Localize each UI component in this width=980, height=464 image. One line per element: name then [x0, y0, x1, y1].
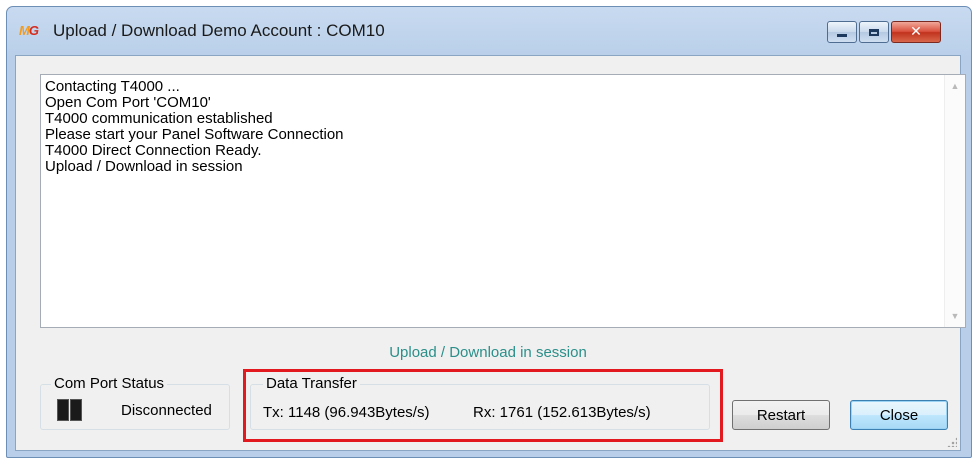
port-led-icon — [57, 399, 69, 421]
log-line: Open Com Port 'COM10' — [45, 94, 211, 111]
dialog-body: Contacting T4000 ... Open Com Port 'COM1… — [15, 55, 966, 451]
minimize-button[interactable] — [827, 21, 857, 43]
com-port-status-group: Com Port Status Disconnected — [40, 375, 230, 430]
window-title: Upload / Download Demo Account : COM10 — [53, 21, 385, 40]
vertical-scrollbar[interactable]: ▲ ▼ — [944, 75, 965, 327]
port-led-icon — [70, 399, 82, 421]
com-port-status-value: Disconnected — [121, 402, 212, 419]
scroll-down-arrow-icon[interactable]: ▼ — [945, 311, 965, 321]
log-line: Contacting T4000 ... — [45, 78, 180, 95]
log-line: Upload / Download in session — [45, 158, 243, 175]
highlight-box — [243, 369, 723, 442]
log-textarea[interactable]: Contacting T4000 ... Open Com Port 'COM1… — [40, 74, 966, 328]
dialog-window: MG Upload / Download Demo Account : COM1… — [6, 6, 972, 458]
log-line: Please start your Panel Software Connect… — [45, 126, 344, 143]
log-lines: Contacting T4000 ... Open Com Port 'COM1… — [45, 79, 943, 175]
maximize-icon — [869, 28, 879, 36]
close-icon: ✕ — [910, 24, 922, 40]
title-bar[interactable]: MG Upload / Download Demo Account : COM1… — [7, 7, 971, 55]
close-button[interactable]: Close — [850, 400, 948, 430]
log-line: T4000 communication established — [45, 110, 273, 127]
resize-grip-icon[interactable] — [947, 437, 957, 447]
app-logo-icon: MG — [19, 23, 39, 38]
com-port-status-legend: Com Port Status — [51, 375, 168, 392]
log-line: T4000 Direct Connection Ready. — [45, 142, 262, 159]
close-window-button[interactable]: ✕ — [891, 21, 941, 43]
restart-button[interactable]: Restart — [732, 400, 830, 430]
session-status-label: Upload / Download in session — [389, 344, 587, 361]
minimize-icon — [837, 33, 847, 37]
scroll-up-arrow-icon[interactable]: ▲ — [945, 81, 965, 91]
maximize-button[interactable] — [859, 21, 889, 43]
